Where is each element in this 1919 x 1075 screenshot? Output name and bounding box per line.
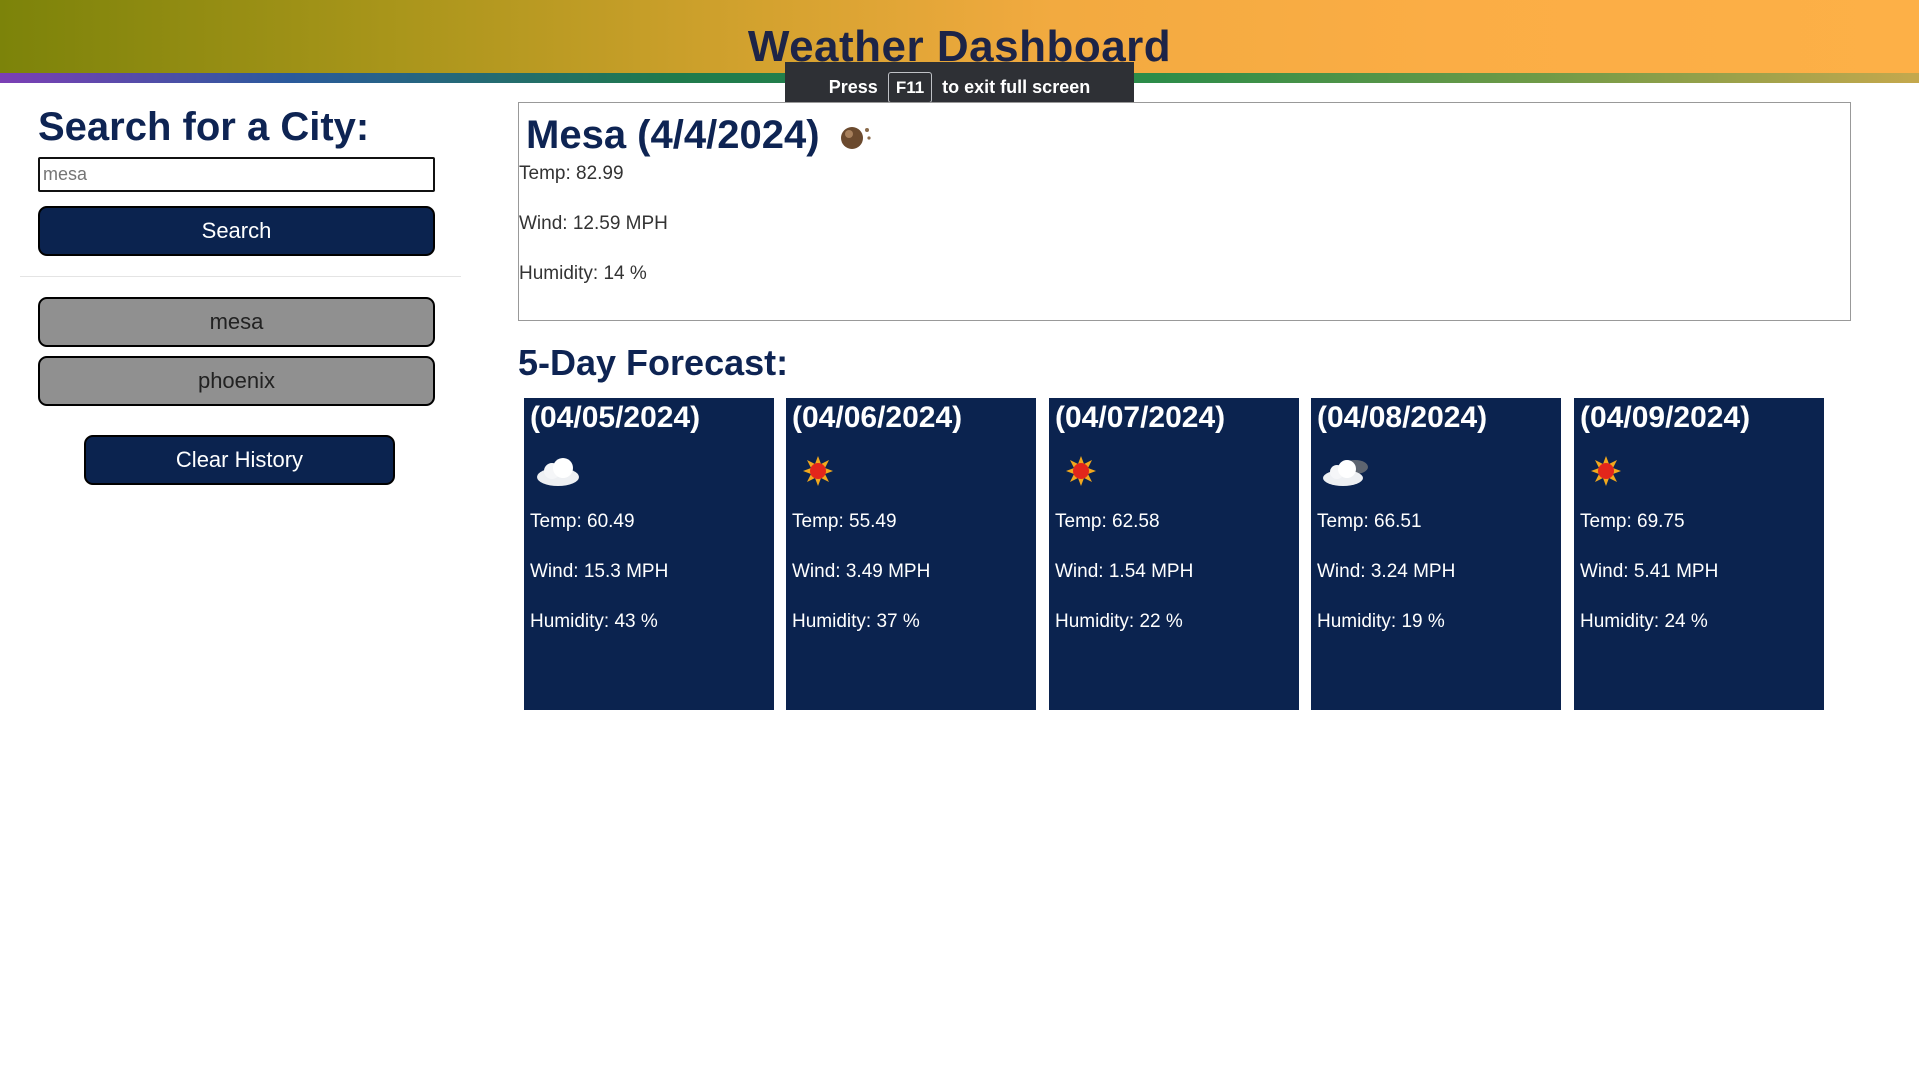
- forecast-heading: 5-Day Forecast:: [518, 342, 789, 383]
- current-humidity: Humidity: 14 %: [519, 263, 647, 284]
- forecast-card: (04/06/2024) Temp: 55.49 Wind: 3.49 MPH …: [786, 398, 1036, 710]
- fullscreen-key: F11: [887, 71, 933, 103]
- history-button-mesa[interactable]: mesa: [38, 297, 435, 347]
- fullscreen-notice-text: to exit full screen: [942, 76, 1091, 97]
- sun-icon: [1591, 456, 1621, 486]
- forecast-humidity: Humidity: 19 %: [1317, 611, 1445, 632]
- dust-icon: [840, 126, 871, 149]
- forecast-temp: Temp: 62.58: [1055, 511, 1160, 532]
- forecast-wind: Wind: 3.49 MPH: [792, 561, 931, 582]
- forecast-card: (04/09/2024) Temp: 69.75 Wind: 5.41 MPH …: [1574, 398, 1824, 710]
- forecast-temp: Temp: 66.51: [1317, 511, 1422, 532]
- forecast-wind: Wind: 15.3 MPH: [530, 561, 669, 582]
- sun-icon: [1066, 456, 1096, 486]
- sidebar-divider: [20, 276, 461, 277]
- fullscreen-notice-press: Press: [828, 76, 878, 97]
- forecast-wind: Wind: 3.24 MPH: [1317, 561, 1456, 582]
- search-button[interactable]: Search: [38, 206, 435, 256]
- forecast-card: (04/08/2024) Temp: 66.51 Wind: 3.24 MPH …: [1311, 398, 1561, 710]
- cloud-icon: [537, 458, 579, 486]
- forecast-date: (04/06/2024): [792, 401, 963, 434]
- current-temp: Temp: 82.99: [519, 163, 624, 184]
- forecast-card: (04/07/2024) Temp: 62.58 Wind: 1.54 MPH …: [1049, 398, 1299, 710]
- forecast-date: (04/09/2024): [1580, 401, 1751, 434]
- forecast-date: (04/08/2024): [1317, 401, 1488, 434]
- clear-history-button[interactable]: Clear History: [84, 435, 395, 485]
- current-city-date: Mesa (4/4/2024): [526, 113, 820, 157]
- forecast-temp: Temp: 69.75: [1580, 511, 1685, 532]
- forecast-wind: Wind: 5.41 MPH: [1580, 561, 1719, 582]
- forecast-temp: Temp: 60.49: [530, 511, 635, 532]
- night-cloud-icon: [1323, 460, 1368, 486]
- forecast-date: (04/05/2024): [530, 401, 701, 434]
- forecast-humidity: Humidity: 37 %: [792, 611, 920, 632]
- forecast-humidity: Humidity: 24 %: [1580, 611, 1708, 632]
- history-button-phoenix[interactable]: phoenix: [38, 356, 435, 406]
- search-input[interactable]: [38, 157, 435, 192]
- forecast-card: (04/05/2024) Temp: 60.49 Wind: 15.3 MPH …: [524, 398, 774, 710]
- forecast-wind: Wind: 1.54 MPH: [1055, 561, 1194, 582]
- forecast-date: (04/07/2024): [1055, 401, 1226, 434]
- current-wind: Wind: 12.59 MPH: [519, 213, 668, 234]
- current-weather-card: Mesa (4/4/2024) Temp: 82.99 Wind: 12.59 …: [518, 102, 1851, 321]
- current-weather-title: Mesa (4/4/2024): [526, 113, 874, 158]
- search-heading: Search for a City:: [38, 105, 370, 149]
- forecast-humidity: Humidity: 22 %: [1055, 611, 1183, 632]
- sun-icon: [803, 456, 833, 486]
- forecast-temp: Temp: 55.49: [792, 511, 897, 532]
- forecast-humidity: Humidity: 43 %: [530, 611, 658, 632]
